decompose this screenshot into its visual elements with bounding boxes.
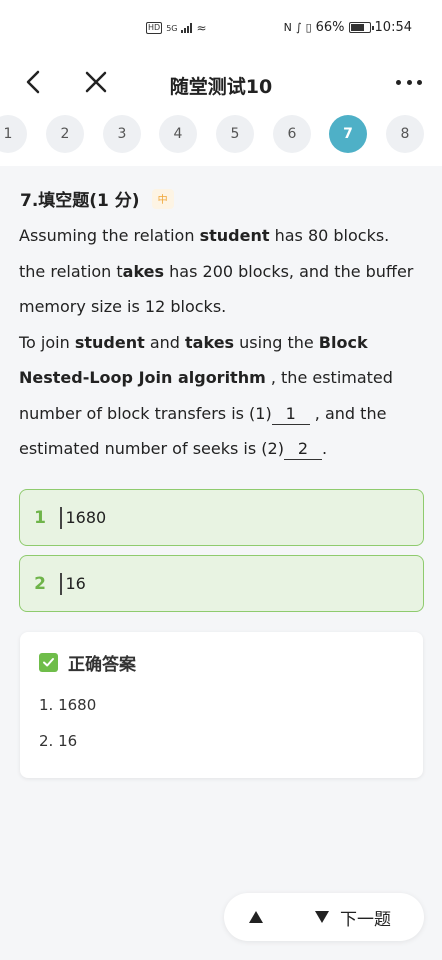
battery-fill <box>350 24 364 31</box>
battery-percent: 66% <box>315 20 345 35</box>
question-body: Assuming the relation student has 80 blo… <box>19 218 419 467</box>
question-header: 7.填空题(1 分) 中 <box>20 186 174 211</box>
question-number-active[interactable]: 7 <box>329 115 367 153</box>
next-question-label: 下一题 <box>340 909 391 930</box>
question-number[interactable]: 4 <box>159 115 197 153</box>
question-paragraph-1: Assuming the relation student has 80 blo… <box>19 218 419 325</box>
dot-icon <box>417 79 422 85</box>
question-number[interactable]: 1 <box>0 115 27 153</box>
text-bold: akes <box>122 261 165 281</box>
text-bold: takes <box>185 332 235 352</box>
vibrate-icon: ▯ <box>305 21 312 34</box>
checkbox-icon <box>39 653 58 672</box>
difficulty-badge: 中 <box>151 188 174 209</box>
divider <box>60 506 62 529</box>
divider <box>60 572 62 595</box>
previous-question-button[interactable] <box>242 905 270 929</box>
status-right: N ∫ ▯ 66% 10:54 <box>284 20 412 35</box>
hd-badge: HD <box>146 22 163 34</box>
bottom-nav: 下一题 <box>224 893 424 941</box>
clock: 10:54 <box>374 20 412 35</box>
blank-1: 1 <box>271 404 310 425</box>
nfc-icon: N <box>283 21 292 34</box>
page-title: 随堂测试10 <box>169 76 273 98</box>
question-number[interactable]: 8 <box>386 115 424 153</box>
dot-icon <box>406 79 412 85</box>
correct-answer-card: 正确答案 1. 1680 2. 16 <box>20 632 423 778</box>
status-left: HD 5G ≈ <box>146 21 207 35</box>
answer-index: 1 <box>34 507 46 528</box>
question-navigator: 1 2 3 4 5 6 7 8 <box>0 106 442 166</box>
text: . <box>321 439 328 458</box>
dot-icon <box>396 79 401 85</box>
text-bold: student <box>199 226 270 245</box>
text: Assuming the relation <box>19 226 200 245</box>
triangle-down-icon <box>315 911 329 923</box>
question-number[interactable]: 5 <box>216 115 254 153</box>
status-bar: HD 5G ≈ N ∫ ▯ 66% 10:54 <box>0 0 442 60</box>
network-type: 5G <box>166 23 178 33</box>
correct-answer-item: 2. 16 <box>39 732 78 750</box>
more-button[interactable] <box>396 72 422 92</box>
triangle-up-icon <box>249 911 263 923</box>
correct-answer-title: 正确答案 <box>68 655 136 675</box>
question-number[interactable]: 2 <box>46 115 84 153</box>
answer-index: 2 <box>34 573 46 594</box>
blank-2: 2 <box>283 439 322 460</box>
correct-answer-header: 正确答案 <box>39 650 136 675</box>
answer-value: 1680 <box>65 508 107 527</box>
question-number[interactable]: 3 <box>103 115 141 153</box>
bluetooth-icon: ∫ <box>295 21 302 34</box>
next-question-button[interactable]: 下一题 <box>314 901 391 933</box>
question-number[interactable]: 6 <box>273 115 311 153</box>
answer-input-2[interactable]: 2 16 <box>19 555 424 612</box>
battery-icon <box>348 22 374 33</box>
text: To join <box>19 332 75 352</box>
text: and <box>144 332 186 352</box>
text-bold: student <box>74 332 145 352</box>
text: using the <box>234 332 319 352</box>
answer-input-1[interactable]: 1 1680 <box>19 489 424 546</box>
question-paragraph-2: To join student and takes using the Bloc… <box>19 325 419 467</box>
correct-answer-item: 1. 1680 <box>39 696 97 714</box>
navbar: 随堂测试10 <box>0 60 442 106</box>
question-title: 7.填空题(1 分) <box>20 191 140 211</box>
answer-value: 16 <box>65 574 86 593</box>
wifi-icon: ≈ <box>196 21 207 35</box>
signal-icon <box>181 23 193 33</box>
